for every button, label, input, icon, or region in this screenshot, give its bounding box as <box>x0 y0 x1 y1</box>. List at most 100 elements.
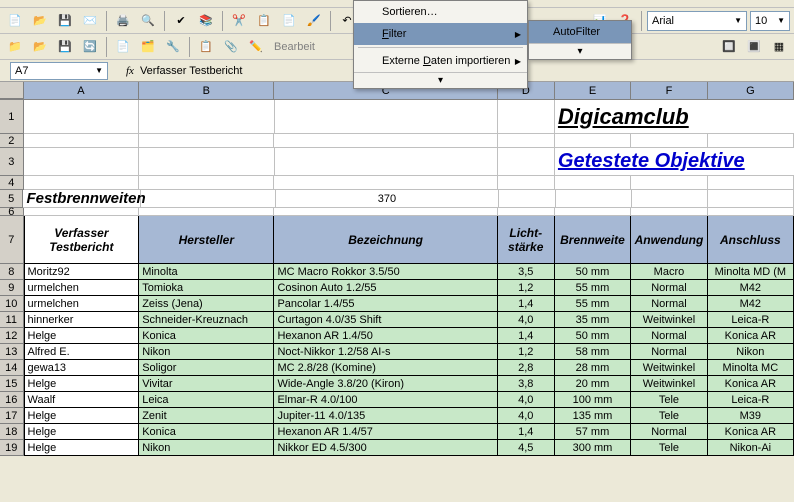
row-header[interactable]: 16 <box>0 392 24 408</box>
menu-item-autofilter[interactable]: AutoFilter <box>529 21 631 43</box>
cell[interactable] <box>24 100 140 134</box>
cell-hersteller[interactable]: Zenit <box>139 408 274 424</box>
cell-lichtstaerke[interactable]: 1,2 <box>498 280 555 296</box>
cell[interactable] <box>274 176 497 190</box>
table-header-anschluss[interactable]: Anschluss <box>708 216 794 264</box>
icon[interactable]: 🔄 <box>79 36 101 58</box>
cell[interactable] <box>275 100 498 134</box>
menu-expand-icon[interactable]: ▾ <box>354 72 527 88</box>
cell[interactable] <box>631 208 708 216</box>
icon[interactable]: 🔧 <box>162 36 184 58</box>
cell-hersteller[interactable]: Vivitar <box>139 376 274 392</box>
name-box[interactable]: A7 ▼ <box>10 62 108 80</box>
table-header-verfasser[interactable]: Verfasser Testbericht <box>24 216 140 264</box>
cell[interactable] <box>24 176 140 190</box>
cell-verfasser[interactable]: Helge <box>24 376 140 392</box>
cell[interactable] <box>141 190 276 208</box>
row-header[interactable]: 9 <box>0 280 24 296</box>
cell-brennweite[interactable]: 300 mm <box>555 440 632 456</box>
cell-anschluss[interactable]: Konica AR <box>708 424 794 440</box>
menu-item-filter[interactable]: Filter <box>354 23 527 45</box>
row-header[interactable]: 10 <box>0 296 24 312</box>
cell-lichtstaerke[interactable]: 1,4 <box>498 424 555 440</box>
cell-bezeichnung[interactable]: Hexanon AR 1.4/50 <box>274 328 497 344</box>
paste-icon[interactable]: 📄 <box>278 10 300 32</box>
row-header[interactable]: 1 <box>0 100 24 134</box>
cell[interactable] <box>498 176 555 190</box>
cell-anwendung[interactable]: Normal <box>631 424 708 440</box>
menu-item-sort[interactable]: Sortieren… <box>354 1 527 23</box>
cell-lichtstaerke[interactable]: 1,2 <box>498 344 555 360</box>
cell-lichtstaerke[interactable]: 1,4 <box>498 328 555 344</box>
cell-bezeichnung[interactable]: Cosinon Auto 1.2/55 <box>274 280 497 296</box>
cell-bezeichnung[interactable]: Pancolar 1.4/55 <box>274 296 497 312</box>
row-header[interactable]: 6 <box>0 208 24 216</box>
cell[interactable] <box>708 190 794 208</box>
cell[interactable] <box>708 176 794 190</box>
cell-anwendung[interactable]: Weitwinkel <box>631 360 708 376</box>
cell-lichtstaerke[interactable]: 3,5 <box>498 264 555 280</box>
cell-brennweite[interactable]: 55 mm <box>555 280 632 296</box>
research-icon[interactable]: 📚 <box>195 10 217 32</box>
icon[interactable]: ▦ <box>768 36 790 58</box>
cell-verfasser[interactable]: Alfred E. <box>24 344 140 360</box>
cell-brennweite[interactable]: 20 mm <box>555 376 632 392</box>
cell-anschluss[interactable]: Nikon <box>708 344 794 360</box>
cell[interactable] <box>139 100 274 134</box>
cell-brennweite[interactable]: 58 mm <box>555 344 632 360</box>
cell-anwendung[interactable]: Weitwinkel <box>631 312 708 328</box>
cell-brennweite[interactable]: 100 mm <box>555 392 632 408</box>
cell-brennweite[interactable]: 50 mm <box>555 328 632 344</box>
font-size-select[interactable]: 10 ▼ <box>750 11 790 31</box>
icon[interactable]: 📎 <box>220 36 242 58</box>
table-header-brennweite[interactable]: Brennweite <box>555 216 632 264</box>
cell-bezeichnung[interactable]: MC 2.8/28 (Komine) <box>274 360 497 376</box>
cell-hersteller[interactable]: Nikon <box>139 344 274 360</box>
cell-brennweite[interactable]: 50 mm <box>555 264 632 280</box>
cell-brennweite[interactable]: 55 mm <box>555 296 632 312</box>
cell[interactable] <box>631 134 708 148</box>
cell-bezeichnung[interactable]: Noct-Nikkor 1.2/58 AI-s <box>274 344 497 360</box>
cell-verfasser[interactable]: Helge <box>24 424 140 440</box>
cell[interactable] <box>24 148 140 176</box>
cell-anwendung[interactable]: Tele <box>631 408 708 424</box>
cell-verfasser[interactable]: Helge <box>24 440 140 456</box>
cell-title1[interactable]: Digicamclub <box>555 100 794 134</box>
cell-bezeichnung[interactable]: Nikkor ED 4.5/300 <box>274 440 497 456</box>
cell-hersteller[interactable]: Schneider-Kreuznach <box>139 312 274 328</box>
cell-anschluss[interactable]: Konica AR <box>708 376 794 392</box>
col-header-G[interactable]: G <box>708 82 794 99</box>
row-header[interactable]: 7 <box>0 216 24 264</box>
cell-bezeichnung[interactable]: Elmar-R 4.0/100 <box>274 392 497 408</box>
cell-anwendung[interactable]: Tele <box>631 392 708 408</box>
cell-anschluss[interactable]: M39 <box>708 408 794 424</box>
copy-icon[interactable]: 📋 <box>253 10 275 32</box>
cell-brennweite[interactable]: 28 mm <box>555 360 632 376</box>
cell-verfasser[interactable]: gewa13 <box>24 360 140 376</box>
fx-label[interactable]: fx <box>126 65 134 77</box>
cell-hersteller[interactable]: Konica <box>139 424 274 440</box>
cell-anwendung[interactable]: Weitwinkel <box>631 376 708 392</box>
cell[interactable] <box>555 176 632 190</box>
open-icon[interactable]: 📂 <box>29 10 51 32</box>
cell[interactable] <box>498 208 555 216</box>
cell-anschluss[interactable]: Konica AR <box>708 328 794 344</box>
icon[interactable]: 📋 <box>195 36 217 58</box>
row-header[interactable]: 17 <box>0 408 24 424</box>
cell-hersteller[interactable]: Leica <box>139 392 274 408</box>
row-header[interactable]: 18 <box>0 424 24 440</box>
cell-lichtstaerke[interactable]: 4,0 <box>498 408 555 424</box>
cell-subtitle[interactable]: Festbrennweiten <box>23 190 141 208</box>
cell-verfasser[interactable]: Moritz92 <box>24 264 140 280</box>
cell-hersteller[interactable]: Soligor <box>139 360 274 376</box>
row-header[interactable]: 12 <box>0 328 24 344</box>
cell-anwendung[interactable]: Tele <box>631 440 708 456</box>
cell-lichtstaerke[interactable]: 4,0 <box>498 392 555 408</box>
cell-title2[interactable]: Getestete Objektive <box>555 148 794 176</box>
cell[interactable] <box>139 148 274 176</box>
new-doc-icon[interactable]: 📄 <box>4 10 26 32</box>
col-header-E[interactable]: E <box>555 82 631 99</box>
icon[interactable]: 📄 <box>112 36 134 58</box>
row-header[interactable]: 8 <box>0 264 24 280</box>
cell-lichtstaerke[interactable]: 4,0 <box>498 312 555 328</box>
